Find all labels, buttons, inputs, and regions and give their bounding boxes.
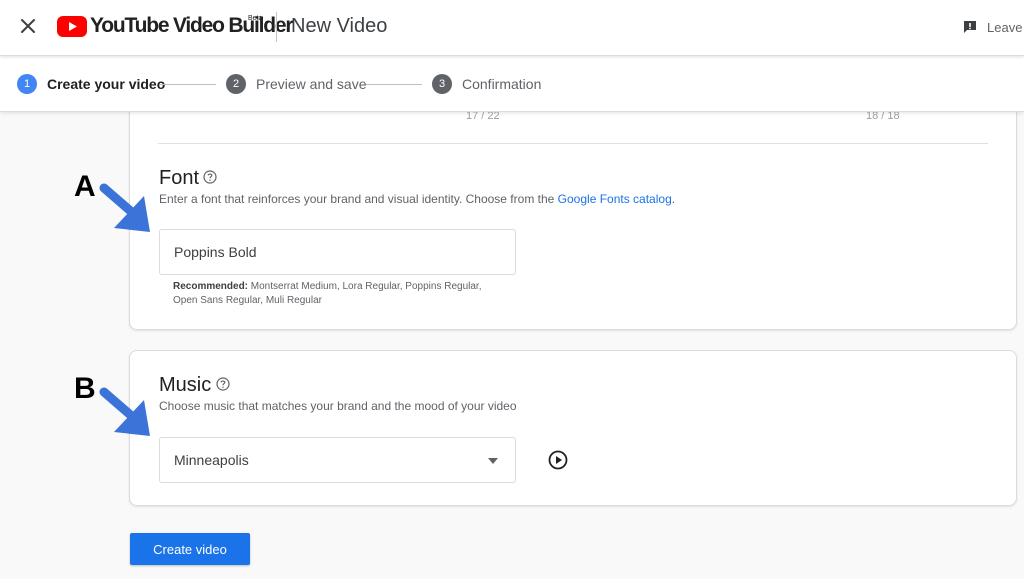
music-selected-value: Minneapolis: [174, 452, 249, 468]
font-description-suffix: .: [671, 192, 676, 206]
font-description-text: Enter a font that reinforces your brand …: [159, 192, 558, 206]
leave-label: Leave: [987, 19, 1023, 35]
step-create-your-video[interactable]: 1 Create your video: [17, 74, 165, 94]
step-label: Confirmation: [462, 76, 542, 92]
header-divider: [276, 12, 277, 42]
help-icon[interactable]: [216, 377, 230, 391]
font-input[interactable]: [159, 229, 516, 275]
step-number: 1: [17, 74, 37, 94]
step-number: 3: [432, 74, 452, 94]
play-icon[interactable]: [548, 450, 568, 470]
step-connector: [160, 84, 216, 85]
page-title: New Video: [291, 15, 388, 37]
leave-button[interactable]: Leave: [962, 17, 1022, 37]
beta-badge: Beta: [248, 15, 263, 22]
music-select[interactable]: Minneapolis: [159, 437, 516, 483]
music-section-description: Choose music that matches your brand and…: [159, 399, 517, 413]
callout-arrow-icon: [99, 183, 150, 232]
dropdown-caret-icon: [488, 458, 498, 464]
close-icon[interactable]: [16, 14, 40, 38]
callout-label-a: A: [74, 170, 96, 203]
font-recommendation-hint: Recommended: Montserrat Medium, Lora Reg…: [173, 280, 503, 308]
section-divider: [158, 143, 988, 144]
step-number: 2: [226, 74, 246, 94]
feedback-icon: [964, 21, 976, 33]
step-label: Create your video: [47, 76, 166, 92]
youtube-logo-icon: [57, 16, 87, 37]
font-section-description: Enter a font that reinforces your brand …: [159, 192, 675, 206]
top-bar: YouTube Video Builder Beta New Video Lea…: [0, 0, 1024, 56]
stepper: 1 Create your video 2 Preview and save 3…: [0, 56, 1024, 112]
step-preview-and-save[interactable]: 2 Preview and save: [226, 74, 367, 94]
callout-label-b: B: [74, 372, 96, 405]
google-fonts-catalog-link[interactable]: Google Fonts catalog: [558, 192, 672, 206]
callout-arrow-icon: [99, 387, 150, 436]
step-label: Preview and save: [256, 76, 367, 92]
step-confirmation[interactable]: 3 Confirmation: [432, 74, 541, 94]
step-connector: [366, 84, 422, 85]
hint-label: Recommended:: [173, 281, 249, 292]
help-icon[interactable]: [203, 170, 217, 184]
create-video-button[interactable]: Create video: [130, 533, 250, 565]
